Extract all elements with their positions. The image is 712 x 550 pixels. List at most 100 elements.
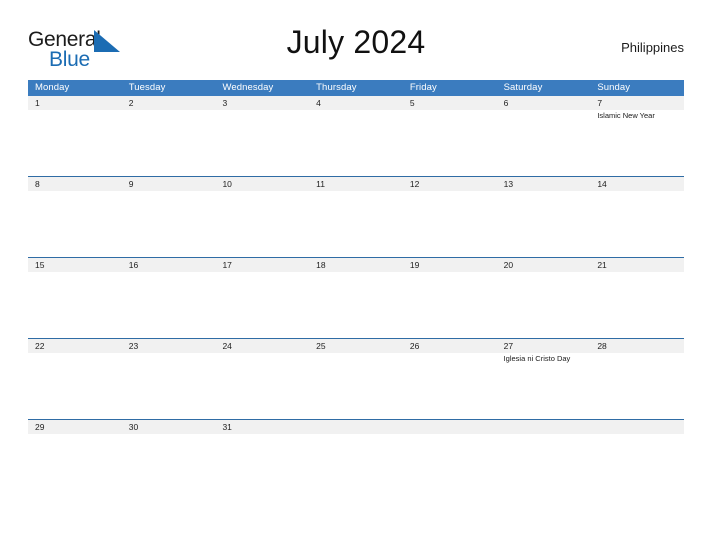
page-header: General Blue July 2024 Philippines [28, 22, 684, 74]
calendar-week-row: 1 2 3 4 5 6 7 Islamic New Year [28, 96, 684, 176]
calendar-weeks: 1 2 3 4 5 6 7 Islamic New Year 8 9 10 11 12 13 14 15 16 1… [28, 96, 684, 444]
day-number[interactable]: 17 [215, 258, 309, 272]
day-number[interactable]: 24 [215, 339, 309, 353]
day-number[interactable]: 7 [590, 96, 684, 110]
day-events [497, 272, 591, 338]
day-events [309, 353, 403, 419]
day-number[interactable]: 26 [403, 339, 497, 353]
day-cell-empty [403, 420, 497, 434]
day-of-week-thursday: Thursday [316, 82, 357, 93]
day-events [122, 434, 216, 444]
day-number[interactable]: 31 [215, 420, 309, 434]
day-cell-empty [497, 420, 591, 434]
country-label: Philippines [621, 40, 684, 55]
day-number[interactable]: 5 [403, 96, 497, 110]
day-number[interactable]: 23 [122, 339, 216, 353]
week-date-strip: 22 23 24 25 26 27 28 [28, 339, 684, 353]
day-events [590, 191, 684, 257]
day-number[interactable]: 2 [122, 96, 216, 110]
day-events [497, 434, 591, 444]
day-of-week-header: Monday Tuesday Wednesday Thursday Friday Satu… [28, 80, 684, 96]
day-number[interactable]: 19 [403, 258, 497, 272]
day-events [215, 434, 309, 444]
calendar-week-row: 15 16 17 18 19 20 21 [28, 257, 684, 338]
day-events: Iglesia ni Cristo Day [497, 353, 591, 419]
day-number[interactable]: 29 [28, 420, 122, 434]
day-number[interactable]: 14 [590, 177, 684, 191]
day-number[interactable]: 27 [497, 339, 591, 353]
week-event-strip [28, 272, 684, 338]
week-date-strip: 1234567 [28, 96, 684, 110]
day-events [215, 110, 309, 176]
day-events [403, 353, 497, 419]
day-number[interactable]: 12 [403, 177, 497, 191]
calendar-grid: Monday Tuesday Wednesday Thursday Friday Satu… [28, 80, 684, 444]
day-events [28, 434, 122, 444]
day-number[interactable]: 15 [28, 258, 122, 272]
day-cell-empty [590, 420, 684, 434]
day-of-week-saturday: Saturday [503, 82, 543, 93]
week-event-strip [28, 191, 684, 257]
day-number[interactable]: 6 [497, 96, 591, 110]
day-events [403, 110, 497, 176]
day-number[interactable]: 21 [590, 258, 684, 272]
day-events [28, 110, 122, 176]
day-events [309, 191, 403, 257]
day-events [403, 272, 497, 338]
day-events [215, 191, 309, 257]
day-cell-empty [309, 420, 403, 434]
day-number[interactable]: 30 [122, 420, 216, 434]
day-events [497, 191, 591, 257]
day-events [590, 272, 684, 338]
week-event-strip: Iglesia ni Cristo Day [28, 353, 684, 419]
day-number[interactable]: 8 [28, 177, 122, 191]
day-events [122, 191, 216, 257]
calendar-week-row: 22 23 24 25 26 27 28 Iglesia ni Cristo Day [28, 338, 684, 419]
day-events [309, 272, 403, 338]
day-events [309, 110, 403, 176]
day-number[interactable]: 4 [309, 96, 403, 110]
day-number[interactable]: 20 [497, 258, 591, 272]
day-events [28, 272, 122, 338]
day-events [309, 434, 403, 444]
calendar-page: General Blue July 2024 Philippines Monda… [0, 0, 712, 550]
day-events [403, 191, 497, 257]
day-events [215, 272, 309, 338]
day-number[interactable]: 10 [215, 177, 309, 191]
day-of-week-monday: Monday [35, 82, 70, 93]
day-number[interactable]: 25 [309, 339, 403, 353]
day-events [497, 110, 591, 176]
day-number[interactable]: 11 [309, 177, 403, 191]
day-events [403, 434, 497, 444]
day-number[interactable]: 22 [28, 339, 122, 353]
week-date-strip: 15 16 17 18 19 20 21 [28, 258, 684, 272]
holiday-event: Islamic New Year [597, 111, 655, 120]
week-event-strip [28, 434, 684, 444]
day-number[interactable]: 9 [122, 177, 216, 191]
calendar-week-row: 8 9 10 11 12 13 14 [28, 176, 684, 257]
page-title: July 2024 [286, 24, 426, 60]
day-number[interactable]: 13 [497, 177, 591, 191]
day-number[interactable]: 28 [590, 339, 684, 353]
day-events [122, 272, 216, 338]
day-events [122, 110, 216, 176]
day-of-week-wednesday: Wednesday [222, 82, 274, 93]
day-of-week-friday: Friday [409, 82, 437, 93]
week-date-strip: 29 30 31 [28, 420, 684, 434]
day-number[interactable]: 3 [215, 96, 309, 110]
day-events [590, 434, 684, 444]
day-of-week-tuesday: Tuesday [128, 82, 166, 93]
holiday-event: Iglesia ni Cristo Day [503, 354, 571, 363]
day-events [122, 353, 216, 419]
day-events [28, 191, 122, 257]
week-date-strip: 8 9 10 11 12 13 14 [28, 177, 684, 191]
day-of-week-sunday: Sunday [597, 82, 631, 93]
day-number[interactable]: 18 [309, 258, 403, 272]
calendar-week-row: 29 30 31 [28, 419, 684, 444]
day-number[interactable]: 16 [122, 258, 216, 272]
day-events [215, 353, 309, 419]
day-events: Islamic New Year [590, 110, 684, 176]
day-number[interactable]: 1 [28, 96, 122, 110]
day-events [28, 353, 122, 419]
week-event-strip: Islamic New Year [28, 110, 684, 176]
